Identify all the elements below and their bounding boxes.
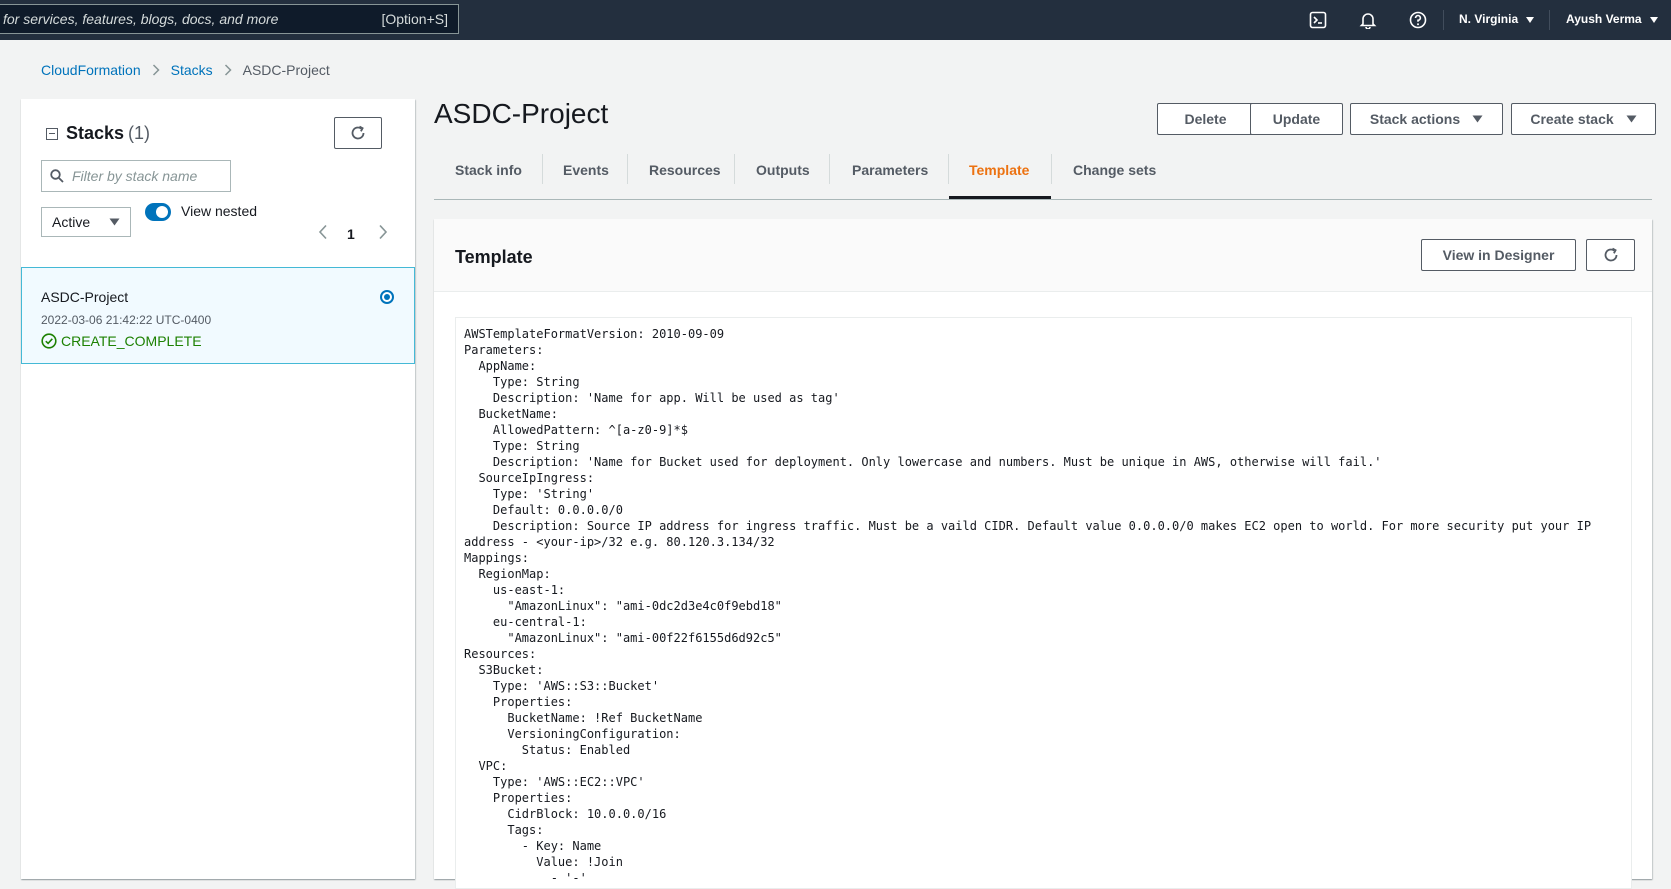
- caret-down-icon: [1472, 115, 1483, 123]
- template-code: AWSTemplateFormatVersion: 2010-09-09 Par…: [464, 327, 1592, 885]
- stack-created-date: 2022-03-06 21:42:22 UTC-0400: [41, 313, 212, 327]
- view-in-designer-button[interactable]: View in Designer: [1421, 239, 1576, 271]
- chevron-right-icon: [224, 64, 232, 76]
- refresh-template-button[interactable]: [1586, 239, 1635, 271]
- tab-stack-info[interactable]: Stack info: [455, 162, 522, 178]
- refresh-icon: [349, 124, 367, 142]
- tab-change-sets[interactable]: Change sets: [1073, 162, 1156, 178]
- page-title: ASDC-Project: [434, 98, 609, 129]
- template-header: Template View in Designer: [434, 219, 1652, 292]
- filter-placeholder: Filter by stack name: [72, 168, 198, 184]
- search-icon: [50, 169, 64, 183]
- caret-down-icon: [1525, 13, 1535, 27]
- tab-divider: [829, 154, 830, 184]
- stacks-count: (1): [128, 123, 151, 143]
- search-placeholder: for services, features, blogs, docs, and…: [3, 11, 279, 27]
- create-stack-button[interactable]: Create stack: [1511, 103, 1656, 135]
- tab-outputs[interactable]: Outputs: [756, 162, 810, 178]
- delete-button-label: Delete: [1184, 111, 1227, 127]
- check-circle-icon: [41, 333, 57, 349]
- pagination-prev-icon[interactable]: [318, 224, 328, 245]
- nav-divider: [1443, 10, 1444, 30]
- update-button[interactable]: Update: [1250, 103, 1343, 135]
- user-menu[interactable]: Ayush Verma: [1566, 12, 1659, 27]
- filter-stacks-input[interactable]: Filter by stack name: [41, 160, 231, 192]
- collapse-icon[interactable]: [46, 127, 58, 140]
- stacks-panel-title: Stacks: [66, 123, 125, 143]
- stack-actions-label: Stack actions: [1369, 111, 1461, 127]
- create-stack-label: Create stack: [1530, 111, 1614, 127]
- region-selector[interactable]: N. Virginia: [1459, 12, 1535, 27]
- pagination-page-number[interactable]: 1: [347, 226, 355, 242]
- tab-template[interactable]: Template: [969, 162, 1029, 178]
- user-name: Ayush Verma: [1566, 12, 1642, 26]
- status-filter-select[interactable]: Active: [41, 207, 131, 237]
- chevron-right-icon: [152, 64, 160, 76]
- view-nested-label: View nested: [181, 203, 258, 219]
- pagination-next-icon[interactable]: [378, 224, 388, 245]
- help-icon[interactable]: [1407, 9, 1429, 31]
- tab-divider: [734, 154, 735, 184]
- breadcrumb: CloudFormation Stacks ASDC-Project: [41, 62, 330, 78]
- template-container: Template View in Designer AWSTemplateFor…: [434, 219, 1652, 889]
- caret-down-icon: [1649, 13, 1659, 27]
- caret-down-icon: [1626, 115, 1637, 123]
- breadcrumb-cloudformation[interactable]: CloudFormation: [41, 62, 141, 78]
- breadcrumb-current: ASDC-Project: [242, 62, 330, 78]
- cloudshell-icon[interactable]: [1307, 9, 1329, 31]
- stack-tabs: Stack info Events Resources Outputs Para…: [434, 146, 1652, 200]
- tab-divider: [627, 154, 628, 184]
- template-code-box[interactable]: AWSTemplateFormatVersion: 2010-09-09 Par…: [455, 317, 1632, 889]
- stack-status: CREATE_COMPLETE: [41, 333, 202, 349]
- tab-parameters[interactable]: Parameters: [852, 162, 928, 178]
- template-title: Template: [455, 247, 533, 267]
- tab-divider: [1051, 154, 1052, 184]
- tab-divider: [542, 154, 543, 184]
- breadcrumb-stacks[interactable]: Stacks: [171, 62, 213, 78]
- stack-actions-button[interactable]: Stack actions: [1350, 103, 1503, 135]
- nav-divider: [1549, 10, 1550, 30]
- stack-list-item[interactable]: ASDC-Project 2022-03-06 21:42:22 UTC-040…: [21, 267, 415, 364]
- tab-divider: [948, 154, 949, 184]
- stack-select-radio[interactable]: [380, 290, 394, 304]
- stack-name: ASDC-Project: [41, 289, 129, 305]
- bell-icon[interactable]: [1357, 9, 1379, 31]
- region-label: N. Virginia: [1459, 12, 1519, 26]
- search-shortcut: [Option+S]: [381, 11, 448, 27]
- top-navigation: for services, features, blogs, docs, and…: [0, 0, 1671, 40]
- caret-down-icon: [109, 218, 120, 226]
- refresh-stacks-button[interactable]: [334, 117, 382, 149]
- view-in-designer-label: View in Designer: [1442, 247, 1555, 263]
- refresh-icon: [1602, 246, 1620, 264]
- stack-status-text: CREATE_COMPLETE: [61, 333, 202, 349]
- active-tab-indicator: [949, 196, 1051, 199]
- status-filter-value: Active: [52, 214, 91, 230]
- update-button-label: Update: [1272, 111, 1321, 127]
- stacks-panel: Stacks (1) Filter by stack name Active V…: [21, 99, 415, 879]
- global-search-input[interactable]: for services, features, blogs, docs, and…: [0, 4, 459, 34]
- tab-events[interactable]: Events: [563, 162, 609, 178]
- tab-resources[interactable]: Resources: [649, 162, 721, 178]
- stacks-panel-header: Stacks (1): [46, 123, 150, 144]
- view-nested-toggle[interactable]: [145, 203, 171, 221]
- delete-button[interactable]: Delete: [1157, 103, 1254, 135]
